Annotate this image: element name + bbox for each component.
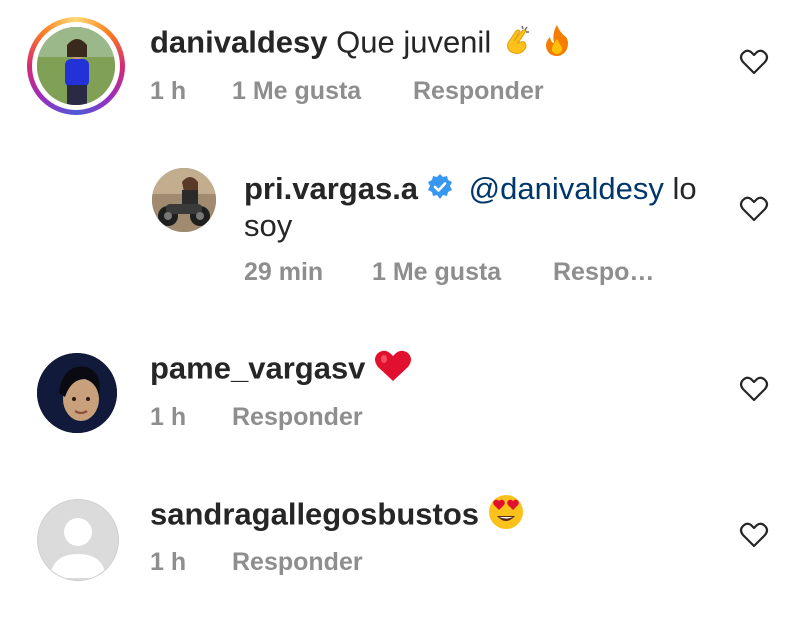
comment-username[interactable]: danivaldesy — [150, 25, 327, 60]
comment-danivaldesy: danivaldesy Que juvenil 1 h 1 Me gusta R… — [0, 0, 800, 135]
avatar[interactable] — [152, 168, 216, 232]
comment-sandragallegosbustos: sandragallegosbustos 1 h Responder — [0, 485, 800, 605]
comment-timestamp: 1 h — [150, 403, 187, 431]
like-heart-icon[interactable] — [739, 520, 769, 550]
comment-pame-vargasv: pame_vargasv 1 h Responder — [0, 340, 800, 460]
comment-text-continued: soy — [244, 208, 293, 243]
comment-text: lo — [672, 171, 697, 206]
comment-timestamp: 1 h — [150, 77, 187, 105]
likes-count[interactable]: 1 Me gusta — [372, 258, 553, 287]
heart-eyes-emoji — [488, 494, 524, 539]
avatar[interactable] — [37, 27, 115, 105]
reply-button[interactable]: Responder — [232, 403, 363, 432]
default-avatar-icon — [38, 500, 118, 580]
comment-username[interactable]: pame_vargasv — [150, 351, 365, 386]
avatar[interactable] — [37, 499, 119, 581]
mention-link[interactable]: @danivaldesy — [469, 171, 664, 206]
avatar-photo — [37, 27, 115, 105]
comment-reply-pri-vargas: pri.vargas.a @danivaldesy lo soy 29 min … — [0, 150, 800, 300]
clapping-hands-emoji — [500, 23, 534, 66]
avatar-photo — [152, 168, 216, 232]
avatar[interactable] — [37, 353, 117, 433]
avatar-photo — [37, 353, 117, 433]
red-heart-emoji — [374, 349, 412, 392]
reply-button[interactable]: Responder — [232, 548, 363, 577]
comment-username[interactable]: pri.vargas.a — [244, 171, 418, 206]
reply-button[interactable]: Responder — [413, 77, 544, 106]
comment-text: Que juvenil — [336, 24, 492, 60]
comment-username[interactable]: sandragallegosbustos — [150, 497, 479, 532]
likes-count[interactable]: 1 Me gusta — [232, 77, 413, 106]
fire-emoji — [542, 23, 572, 66]
like-heart-icon[interactable] — [739, 47, 769, 77]
verified-badge-icon — [426, 172, 454, 210]
comment-timestamp: 29 min — [244, 258, 324, 286]
like-heart-icon[interactable] — [739, 374, 769, 404]
like-heart-icon[interactable] — [739, 194, 769, 224]
comment-timestamp: 1 h — [150, 548, 187, 576]
reply-button[interactable]: Respo… — [553, 258, 654, 287]
